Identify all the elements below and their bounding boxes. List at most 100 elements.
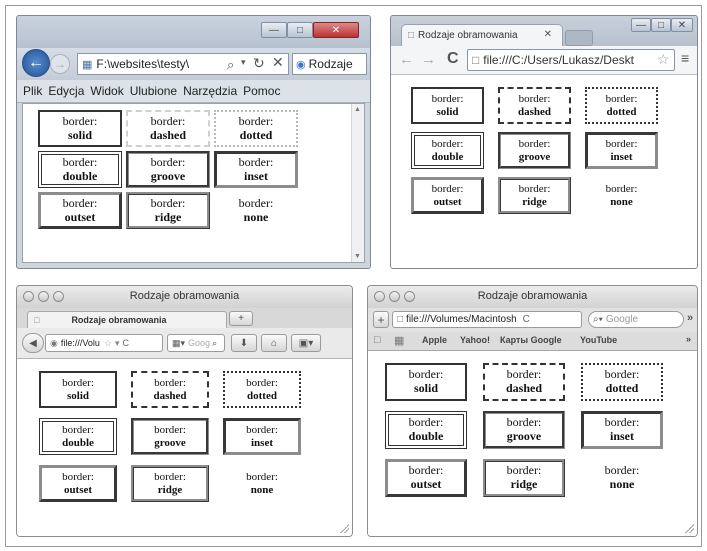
border-cell-double: border: double [39, 418, 117, 455]
border-cell-ridge: border: ridge [483, 459, 565, 497]
firefox-address-bar[interactable]: ◉ file:///Volu ☆ ▾ C [45, 334, 163, 352]
new-tab-button[interactable] [565, 30, 593, 46]
home-icon[interactable]: ⌂ [261, 334, 287, 352]
border-cell-style: double [62, 436, 94, 449]
menu-item-ulubione[interactable]: Ulubione [130, 84, 177, 98]
border-cell-outset: border: outset [38, 192, 122, 229]
top-sites-icon[interactable]: ▦ [394, 334, 404, 347]
screen-menu-icon[interactable]: ▣▾ [291, 334, 321, 352]
safari-toolbar: + □ file:///Volumes/Macintosh C ⌕▾ Googl… [368, 308, 697, 332]
close-icon[interactable]: ✕ [313, 22, 359, 38]
border-cell-label: border: [431, 92, 464, 105]
safari-search-box[interactable]: ⌕▾ Google [588, 311, 684, 328]
dropdown-icon[interactable]: ▾ [241, 57, 246, 68]
border-cell-style: double [408, 429, 444, 443]
search-icon[interactable]: ⌕ [212, 338, 217, 349]
border-cell-style: dashed [153, 389, 187, 402]
border-cell-style: ridge [510, 477, 538, 491]
download-icon[interactable]: ⬇ [231, 334, 257, 352]
minimize-icon[interactable]: — [261, 22, 287, 38]
border-cell-none: border: none [223, 465, 301, 502]
scrollbar[interactable]: ▲ ▼ [351, 104, 364, 262]
reload-icon[interactable]: C [123, 338, 130, 348]
firefox-tab-title: Rodzaje obramowania [71, 315, 167, 325]
menu-item-pomoc[interactable]: Pomoc [243, 84, 280, 98]
border-cell-label: border: [605, 92, 638, 105]
border-grid: border: solid border: dashed border: dotted bo… [39, 371, 301, 502]
star-icon[interactable]: ☆ [657, 51, 670, 68]
firefox-tab[interactable]: □ Rodzaje obramowania [27, 311, 227, 328]
border-cell-label: border: [238, 154, 274, 169]
border-cell-label: border: [506, 463, 542, 478]
tab-close-icon[interactable]: ✕ [544, 29, 552, 40]
resize-grip-icon[interactable] [339, 523, 349, 533]
scroll-down-icon[interactable]: ▼ [354, 253, 361, 260]
scroll-up-icon[interactable]: ▲ [354, 106, 361, 113]
safari-address-bar[interactable]: □ file:///Volumes/Macintosh C [392, 311, 582, 328]
chrome-tab-strip: □ Rodzaje obramowania ✕ — □ ✕ [391, 16, 697, 46]
border-cell-inset: border: inset [585, 132, 658, 169]
chrome-address-bar[interactable]: □ file:///C:/Users/Lukasz/Deskt [467, 49, 675, 71]
resize-grip-icon[interactable] [684, 523, 694, 533]
new-tab-icon[interactable]: + [229, 311, 253, 326]
dropdown-icon[interactable]: ▾ [115, 338, 120, 349]
back-icon[interactable]: ◀ [22, 333, 44, 353]
menu-icon[interactable]: ≡ [681, 50, 689, 66]
ie-tab-icon: ◉ [296, 58, 306, 71]
border-cell-label: border: [154, 470, 186, 483]
border-cell-solid: border: solid [39, 371, 117, 408]
page-icon: □ [472, 53, 480, 67]
border-cell-label: border: [246, 470, 278, 483]
border-cell-groove: border: groove [483, 411, 565, 449]
overflow-icon[interactable]: » [687, 312, 693, 324]
bookmark-yahoo[interactable]: Yahoo! [460, 335, 490, 345]
search-icon[interactable]: ⌕ [227, 57, 234, 73]
menu-item-narzedzia[interactable]: Narzędzia [183, 84, 237, 98]
border-cell-style: ridge [157, 483, 183, 496]
minimize-icon[interactable]: — [631, 18, 651, 32]
safari-search-placeholder: Google [605, 314, 639, 325]
firefox-search-box[interactable]: ▦▾ Goog ⌕ [167, 334, 225, 352]
firefox-page-content: border: solid border: dashed border: dotted bo… [17, 359, 352, 536]
overflow-icon[interactable]: » [686, 334, 691, 344]
border-cell-style: solid [413, 381, 438, 395]
star-icon[interactable]: ☆ [104, 338, 112, 349]
border-cell-dotted: border: dotted [585, 87, 658, 124]
menu-item-widok[interactable]: Widok [90, 84, 123, 98]
border-cell-groove: border: groove [131, 418, 209, 455]
search-icon: ⌕▾ [593, 314, 603, 325]
border-cell-label: border: [518, 137, 551, 150]
reload-icon[interactable]: C [447, 50, 459, 68]
chrome-page-content: border: solid border: dashed border: dotted bo… [391, 75, 697, 268]
bookmark-google-maps[interactable]: Карты Google [500, 335, 562, 345]
border-cell-dotted: border: dotted [214, 110, 298, 147]
border-cell-label: border: [431, 182, 464, 195]
ie-tab-title: Rodzaje [308, 57, 353, 71]
border-cell-style: outset [433, 195, 462, 208]
back-icon[interactable]: ← [22, 49, 50, 77]
reading-list-icon[interactable]: □ [374, 334, 381, 346]
border-cell-label: border: [246, 376, 278, 389]
forward-icon[interactable]: → [50, 54, 70, 74]
page-icon: □ [397, 314, 404, 325]
border-cell-style: outset [64, 209, 96, 224]
reload-icon[interactable]: C [523, 314, 530, 325]
chrome-tab[interactable]: □ Rodzaje obramowania ✕ [401, 24, 563, 46]
bookmark-apple[interactable]: Apple [422, 335, 447, 345]
refresh-icon[interactable]: ↻ [253, 55, 265, 72]
border-cell-label: border: [62, 376, 94, 389]
back-icon[interactable]: ← [399, 51, 414, 68]
firefox-window-title: Rodzaje obramowania [129, 290, 240, 302]
firefox-search-placeholder: Goog [188, 338, 211, 348]
menu-item-plik[interactable]: Plik [23, 84, 42, 98]
maximize-icon[interactable]: □ [651, 18, 671, 32]
safari-address-text: file:///Volumes/Macintosh [406, 314, 517, 325]
add-bookmark-icon[interactable]: + [373, 311, 389, 328]
close-icon[interactable]: ✕ [671, 18, 693, 32]
forward-icon[interactable]: → [421, 51, 436, 68]
bookmark-youtube[interactable]: YouTube [580, 335, 617, 345]
menu-item-edycja[interactable]: Edycja [48, 84, 84, 98]
maximize-icon[interactable]: □ [287, 22, 313, 38]
stop-icon[interactable]: ✕ [272, 54, 284, 71]
ie-tab[interactable]: ◉ Rodzaje [292, 53, 367, 75]
